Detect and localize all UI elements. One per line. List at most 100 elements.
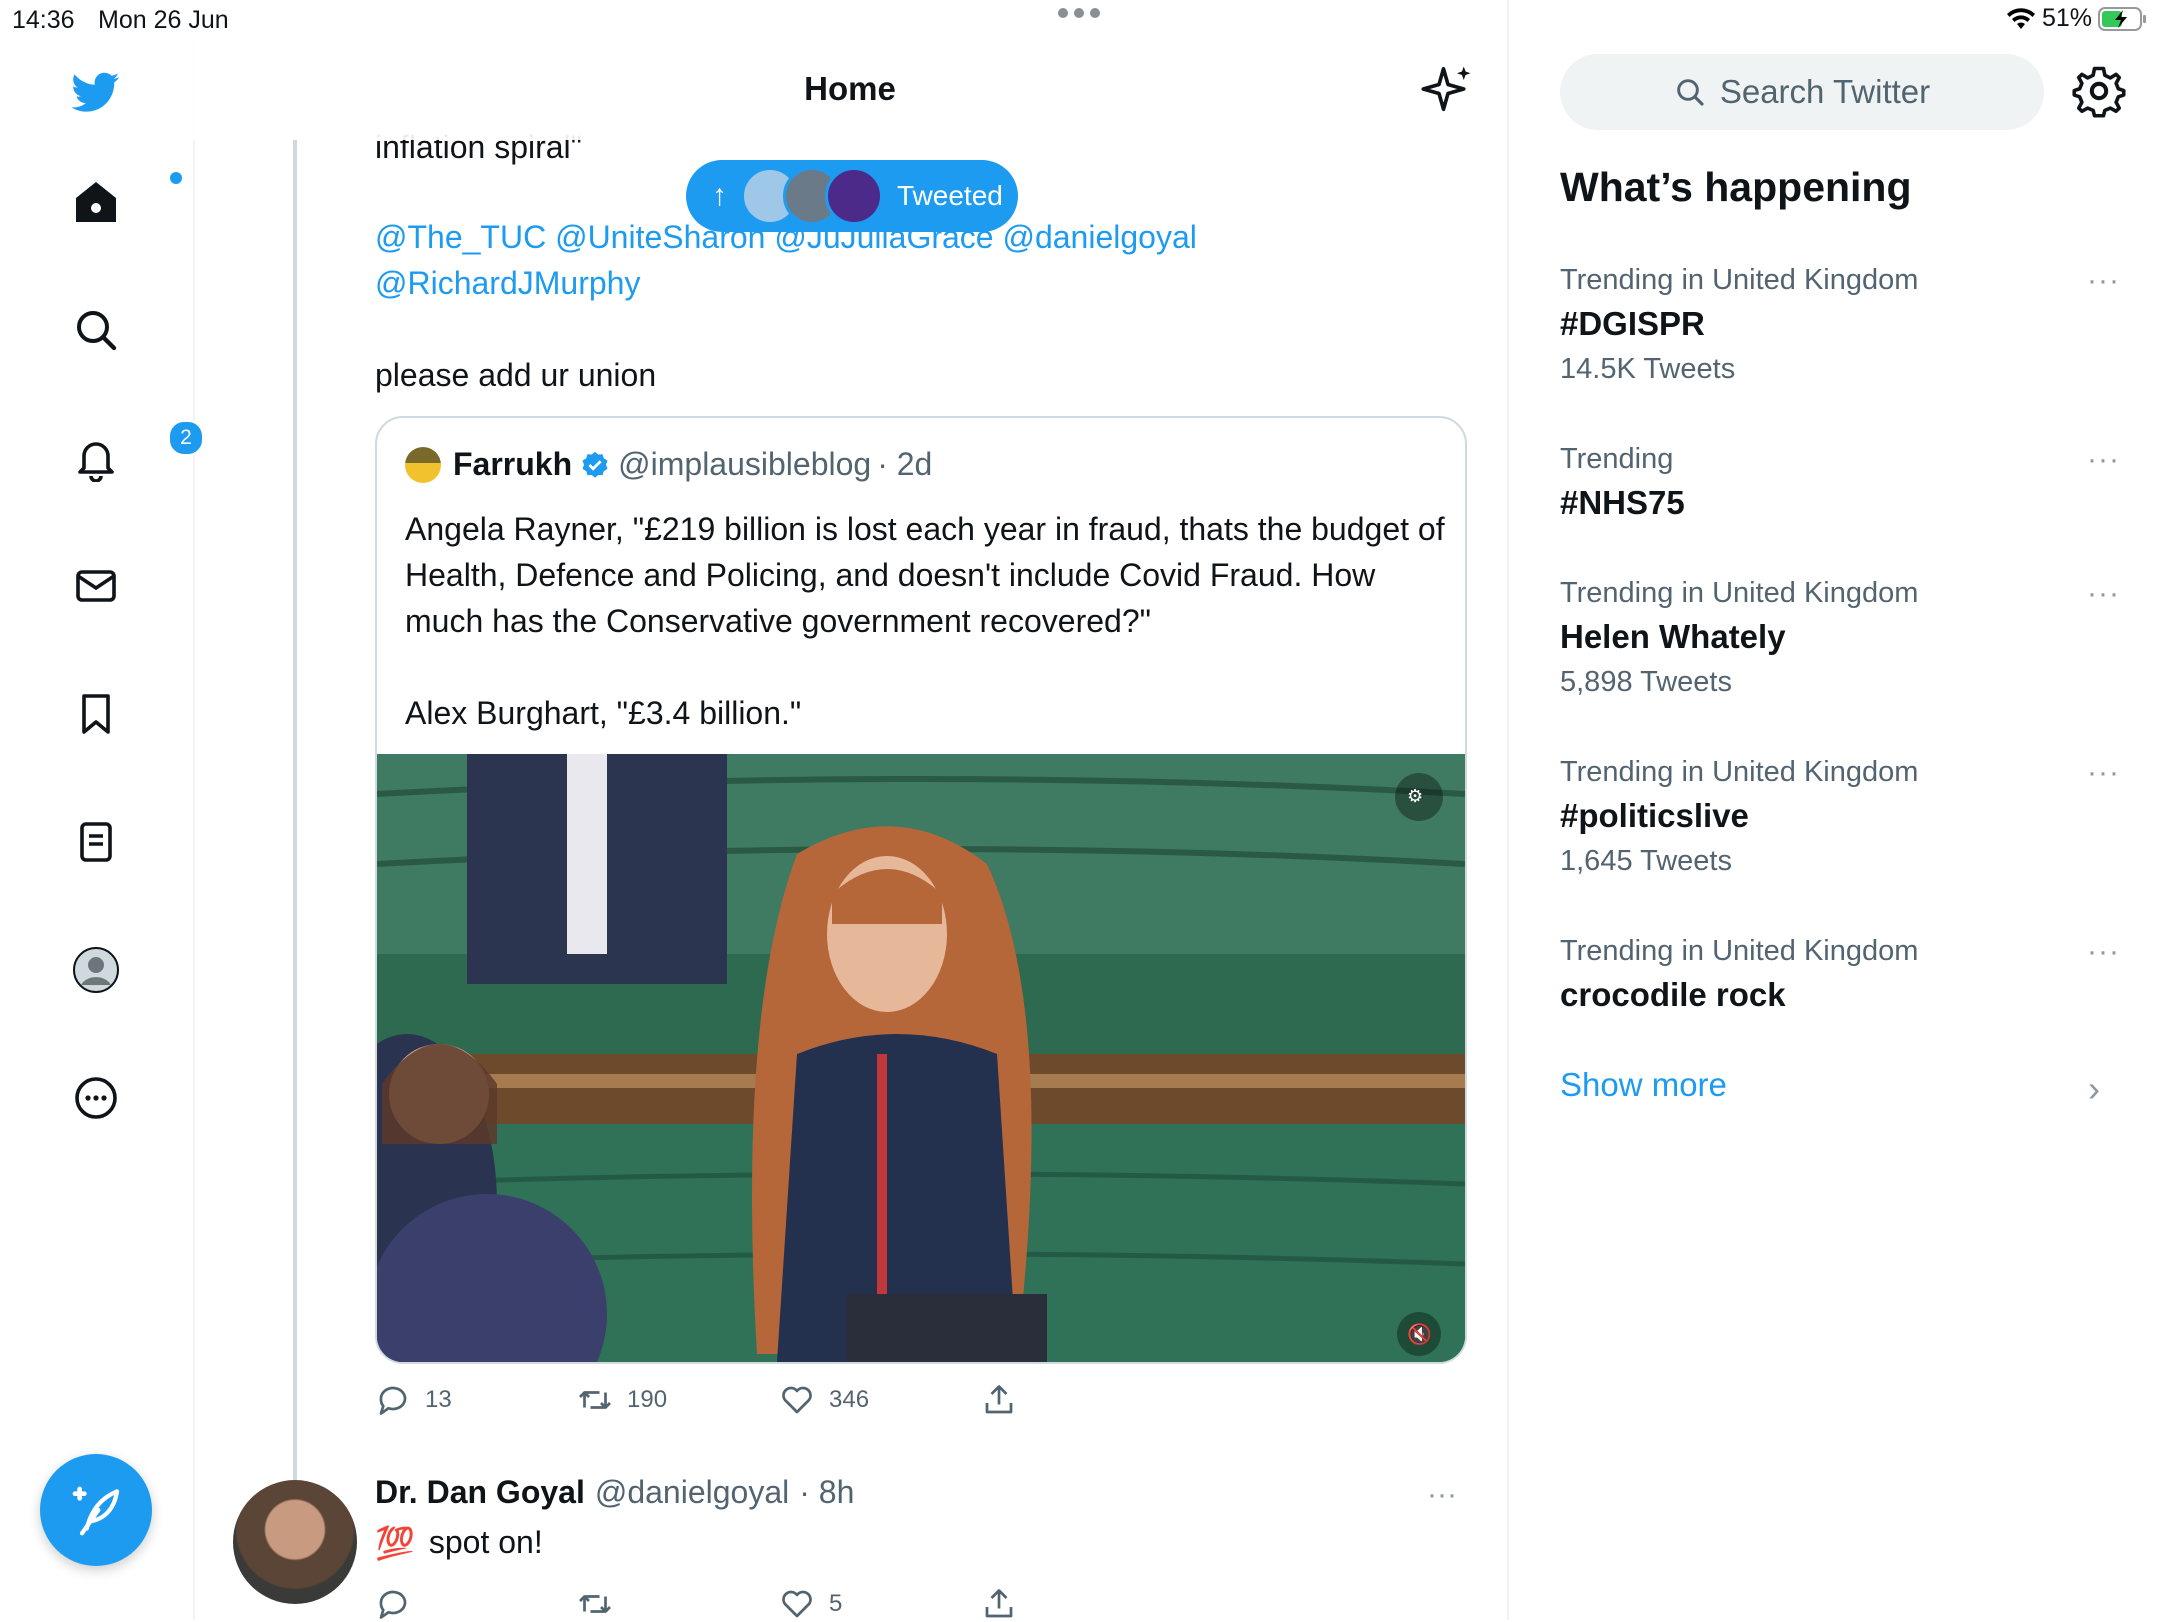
avatar[interactable]	[233, 1480, 357, 1604]
more-options-icon[interactable]: ···	[2087, 577, 2120, 611]
arrow-up-icon: ↑	[712, 179, 727, 212]
pill-label: Tweeted	[897, 180, 1003, 211]
quoted-tweet-text: Angela Rayner, "£219 billion is lost eac…	[405, 506, 1445, 736]
tweet-mentions-line2[interactable]: @RichardJMurphy	[375, 260, 640, 306]
more-options-icon[interactable]: ···	[2087, 443, 2120, 477]
mute-speaker-icon[interactable]: 🔇	[1407, 1322, 1432, 1347]
left-navigation: 2	[0, 40, 204, 1620]
retweet-button[interactable]: 190	[577, 1382, 779, 1418]
quoted-tweet-header: Farrukh @implausibleblog · 2d	[405, 446, 932, 483]
twitter-logo-icon[interactable]	[64, 60, 128, 124]
more-options-icon[interactable]: ···	[2087, 935, 2120, 969]
whats-happening-heading: What’s happening	[1560, 164, 1912, 210]
more-options-icon[interactable]	[64, 1066, 128, 1130]
compose-feather-icon	[72, 1486, 120, 1536]
tweet-text-bottom: please add ur union	[375, 357, 657, 393]
home-unread-dot	[170, 172, 182, 184]
more-options-icon[interactable]: ···	[2087, 264, 2120, 298]
trend-count: 1,645 Tweets	[1560, 845, 1732, 877]
avatar	[405, 446, 441, 483]
trend-item[interactable]: Trending in United Kingdom crocodile roc…	[1560, 935, 2120, 1014]
reply-icon	[379, 1386, 407, 1415]
search-placeholder: Search Twitter	[1719, 73, 1931, 110]
trend-category: Trending in United Kingdom	[1560, 756, 1919, 788]
retweet-icon	[579, 1391, 611, 1409]
reply-tweet-time: · 8h	[799, 1474, 855, 1510]
trend-name: Helen Whately	[1560, 618, 1786, 655]
trend-item[interactable]: Trending in United Kingdom Helen Whately…	[1560, 577, 2120, 699]
sparkle-icon[interactable]	[1421, 62, 1475, 116]
tweet-action-bar: 13 190 346	[375, 1382, 1183, 1418]
like-button[interactable]: 5	[779, 1586, 981, 1622]
reply-tweet-text: 💯 spot on!	[375, 1524, 543, 1562]
messages-envelope-icon[interactable]	[64, 554, 128, 618]
retweet-icon	[579, 1595, 611, 1613]
reply-count: 13	[425, 1386, 452, 1413]
new-tweets-pill[interactable]: ↑ Tweeted	[686, 160, 1018, 232]
wifi-icon	[2006, 7, 2035, 29]
heart-icon	[782, 1386, 812, 1414]
heart-icon	[782, 1590, 812, 1618]
hundred-points-emoji: 💯	[375, 1525, 415, 1561]
battery-charging-icon	[2098, 6, 2146, 31]
status-right: 51%	[2006, 4, 2148, 33]
timeline-header: Home	[193, 40, 1507, 140]
search-icon	[1677, 79, 1704, 106]
trend-category: Trending in United Kingdom	[1560, 935, 1919, 967]
trend-name: #NHS75	[1560, 484, 1685, 521]
search-icon[interactable]	[64, 298, 128, 362]
lists-icon[interactable]	[64, 810, 128, 874]
compose-tweet-button[interactable]	[40, 1454, 152, 1566]
trend-name: #DGISPR	[1560, 305, 1705, 342]
reply-button[interactable]	[375, 1586, 577, 1622]
share-icon	[985, 1589, 1013, 1618]
video-frame-illustration	[377, 754, 1465, 1362]
retweet-count: 190	[627, 1386, 668, 1413]
page-title: Home	[804, 70, 896, 107]
show-more-link[interactable]: Show more	[1560, 1066, 1727, 1104]
reply-tweet-header: Dr. Dan Goyal @danielgoyal · 8h	[375, 1474, 854, 1511]
quoted-author-name: Farrukh	[453, 446, 573, 482]
share-button[interactable]	[981, 1382, 1183, 1418]
status-time: 14:36	[12, 6, 75, 34]
trend-item[interactable]: Trending in United Kingdom #DGISPR 14.5K…	[1560, 264, 2120, 386]
more-options-icon[interactable]: ···	[2087, 756, 2120, 790]
like-count: 5	[829, 1590, 843, 1617]
trend-category: Trending	[1560, 443, 1674, 475]
battery-percent: 51%	[2041, 4, 2092, 32]
share-icon	[985, 1385, 1013, 1414]
trend-category: Trending in United Kingdom	[1560, 264, 1919, 296]
quoted-tweet-text-para1: Angela Rayner, "£219 billion is lost eac…	[405, 511, 1445, 639]
main-timeline: Home inflation spiral" ↑ Tweeted @The_TU…	[193, 0, 1509, 1620]
notifications-bell-icon[interactable]: 2	[64, 420, 204, 490]
reply-icon	[379, 1590, 407, 1619]
trend-category: Trending in United Kingdom	[1560, 577, 1919, 609]
quoted-tweet-card[interactable]: Farrukh @implausibleblog · 2d Angela Ray…	[375, 416, 1467, 1364]
pill-avatars	[741, 167, 883, 225]
retweet-button[interactable]	[577, 1586, 779, 1622]
chevron-right-icon[interactable]: ›	[2088, 1068, 2100, 1110]
reply-author-name[interactable]: Dr. Dan Goyal	[375, 1474, 585, 1511]
reply-action-bar: 5	[375, 1586, 1183, 1622]
share-button[interactable]	[981, 1586, 1183, 1622]
quoted-tweet-video[interactable]: ⚙ 🔇	[377, 754, 1465, 1362]
home-icon[interactable]	[64, 170, 182, 234]
quoted-tweet-text-para2: Alex Burghart, "£3.4 billion."	[405, 695, 802, 731]
gear-icon[interactable]	[2072, 64, 2126, 118]
quoted-author-handle: @implausibleblog	[618, 446, 872, 482]
more-options-icon[interactable]: ···	[1427, 1478, 1457, 1512]
bookmark-icon[interactable]	[64, 682, 128, 746]
avatar	[825, 167, 883, 225]
media-settings-icon[interactable]: ⚙	[1407, 786, 1423, 807]
like-button[interactable]: 346	[779, 1382, 981, 1418]
trend-name: crocodile rock	[1560, 976, 1786, 1013]
quoted-tweet-time: · 2d	[877, 446, 933, 482]
reply-author-handle: @danielgoyal	[594, 1474, 790, 1510]
trend-count: 5,898 Tweets	[1560, 666, 1732, 698]
profile-avatar-icon[interactable]	[64, 938, 128, 1002]
trend-item[interactable]: Trending #NHS75 ···	[1560, 443, 2120, 522]
search-input[interactable]: Search Twitter	[1560, 54, 2044, 130]
trend-item[interactable]: Trending in United Kingdom #politicslive…	[1560, 756, 2120, 878]
reply-button[interactable]: 13	[375, 1382, 577, 1418]
trend-count: 14.5K Tweets	[1560, 353, 1736, 385]
